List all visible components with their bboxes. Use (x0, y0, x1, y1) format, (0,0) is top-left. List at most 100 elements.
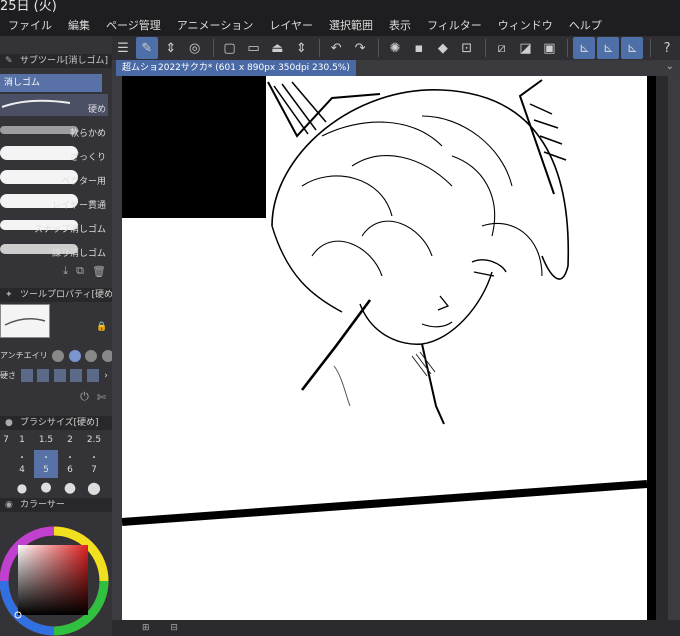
hardness-level-1[interactable] (20, 369, 33, 382)
subtool-item-kneaded[interactable]: 練り消しゴム (0, 238, 108, 260)
canvas-page[interactable] (121, 76, 657, 620)
undo-icon[interactable]: ↶ (325, 37, 347, 59)
brush-preview-rough (0, 146, 78, 160)
menu-bar: 25日 (火) ファイル 編集 ページ管理 アニメーション レイヤー 選択範囲 … (0, 0, 680, 36)
canvas-workspace[interactable] (112, 76, 680, 620)
spiral-icon[interactable]: ◎ (184, 37, 206, 59)
transform-icon[interactable]: ⊡ (456, 37, 478, 59)
subtool-item-label: レイヤー貫通 (52, 201, 106, 211)
eraser-tool-icon[interactable]: ✎ (135, 37, 158, 59)
hardness-level-2[interactable] (37, 369, 50, 382)
menu-window[interactable]: ウィンドウ (490, 18, 561, 36)
stabilizer-2-icon[interactable]: ⊾ (597, 37, 620, 59)
lock-icon[interactable]: 🔒 (96, 322, 107, 332)
layout-icon[interactable]: ⊟ (170, 623, 178, 633)
size-preset[interactable]: 6 (58, 462, 82, 478)
antialias-none[interactable] (52, 349, 65, 362)
size-dot[interactable]: ● (10, 480, 34, 496)
size-dot[interactable]: ● (34, 480, 58, 496)
brush-preview-hard (1, 99, 71, 108)
menu-view[interactable]: 表示 (381, 18, 419, 36)
reset-icon[interactable]: ⏻ (80, 390, 89, 404)
help-icon[interactable]: ? (656, 37, 678, 59)
face-nose (437, 295, 450, 311)
size-dot[interactable]: ● (82, 480, 106, 496)
menu-selection[interactable]: 選択範囲 (321, 18, 381, 36)
status-bar: ⊞ ⊟ (112, 620, 680, 636)
save-icon[interactable]: ⏏ (266, 37, 288, 59)
antialias-weak[interactable] (68, 349, 81, 362)
antialias-row: アンチエイリ (0, 348, 114, 364)
selection-border-icon[interactable]: ▣ (539, 37, 561, 59)
subtool-item-vector[interactable]: ベクター用 (0, 166, 108, 188)
neck-left-line (300, 299, 372, 391)
copy-icon[interactable]: ⧉ (76, 264, 84, 278)
chevron-down-icon[interactable]: ⌄ (666, 61, 674, 72)
tool-property-header: ✦ ツールプロパティ[硬め] (0, 288, 112, 302)
value-overlay (18, 545, 88, 615)
download-icon[interactable]: ⤓ (63, 264, 68, 278)
invert-selection-icon[interactable]: ◪ (515, 37, 537, 59)
size-preset[interactable]: 1.5 (34, 432, 58, 448)
size-preset[interactable]: 1 (10, 432, 34, 448)
hardness-level-5[interactable] (86, 369, 99, 382)
subtool-item-soft[interactable]: 軟らかめ (0, 118, 108, 140)
hardness-level-4[interactable] (70, 369, 83, 382)
subtool-item-through-layer[interactable]: レイヤー貫通 (0, 190, 108, 212)
size-preset-selected[interactable]: 5 (34, 462, 58, 478)
menu-edit[interactable]: 編集 (60, 18, 98, 36)
menu-filter[interactable]: フィルター (419, 18, 490, 36)
subtool-item-rough[interactable]: ざっくり (0, 142, 108, 164)
subtool-item-snap[interactable]: スナップ消しゴム (0, 214, 108, 236)
subtool-group-tab[interactable]: 消しゴム (0, 74, 102, 92)
stabilizer-3-icon[interactable]: ⊾ (621, 37, 644, 59)
main-menu: ファイル 編集 ページ管理 アニメーション レイヤー 選択範囲 表示 フィルター… (0, 18, 610, 36)
menu-file[interactable]: ファイル (0, 18, 60, 36)
settings-wrench-icon[interactable]: ✄ (97, 391, 106, 404)
hardness-row: 硬さ › (0, 368, 108, 384)
color-wheel[interactable] (0, 514, 112, 636)
redo-icon[interactable]: ↷ (349, 37, 371, 59)
menu-page[interactable]: ページ管理 (98, 18, 169, 36)
face-jaw (359, 271, 493, 345)
size-preset[interactable]: 2.5 (82, 432, 106, 448)
navigator-icon[interactable]: ⊞ (142, 623, 150, 633)
loading-icon[interactable]: ✺ (384, 37, 406, 59)
brush-size-grid: 7 1 1.5 2 2.5 · · · · 4 5 6 7 ● ● ● ● (0, 432, 108, 496)
hamburger-menu-icon[interactable]: ☰ (112, 37, 134, 59)
open-folder-icon[interactable]: ▭ (243, 37, 265, 59)
horn-left (267, 81, 381, 138)
subtool-item-label: 練り消しゴム (51, 249, 106, 259)
date-display: 25日 (火) (0, 0, 57, 14)
menu-layer[interactable]: レイヤー (261, 18, 321, 36)
artwork-sketch (121, 76, 657, 620)
size-preset[interactable]: 4 (10, 462, 34, 478)
shoulder-shade (333, 365, 351, 407)
subtool-item-label: スナップ消しゴム (33, 225, 106, 235)
stabilizer-1-icon[interactable]: ⊾ (573, 37, 596, 59)
fill-icon[interactable]: ◆ (432, 37, 454, 59)
brush-size-icon: ● (5, 418, 13, 428)
size-dot[interactable]: ● (58, 480, 82, 496)
wrench-icon: ✦ (5, 290, 13, 300)
horn-right (518, 79, 555, 195)
subtool-item-hard[interactable]: 硬め (0, 94, 108, 116)
arrow-updown-icon[interactable]: ⇕ (290, 37, 312, 59)
toolbar-divider (650, 39, 652, 57)
new-file-icon[interactable]: ▢ (219, 37, 241, 59)
clear-layer-icon[interactable]: ▪ (408, 37, 430, 59)
tool-switch-icon[interactable]: ⇕ (160, 37, 182, 59)
hardness-level-3[interactable] (53, 369, 66, 382)
canvas-tab[interactable]: 超ムショ2022サクカ* (601 x 890px 350dpi 230.5%) (116, 60, 356, 76)
deselect-icon[interactable]: ⧄ (491, 37, 513, 59)
size-preset[interactable]: 2 (58, 432, 82, 448)
chevron-right-icon[interactable]: › (104, 371, 108, 381)
brush-size-title: ブラシサイズ[硬め] (20, 418, 99, 428)
antialias-mid[interactable] (85, 349, 98, 362)
vertical-scrollbar[interactable] (656, 76, 668, 620)
menu-animation[interactable]: アニメーション (169, 18, 262, 36)
brush-shape-stroke (4, 318, 46, 326)
size-preset[interactable]: 7 (82, 462, 106, 478)
menu-help[interactable]: ヘルプ (561, 18, 610, 36)
trash-icon[interactable]: 🗑 (92, 265, 106, 278)
